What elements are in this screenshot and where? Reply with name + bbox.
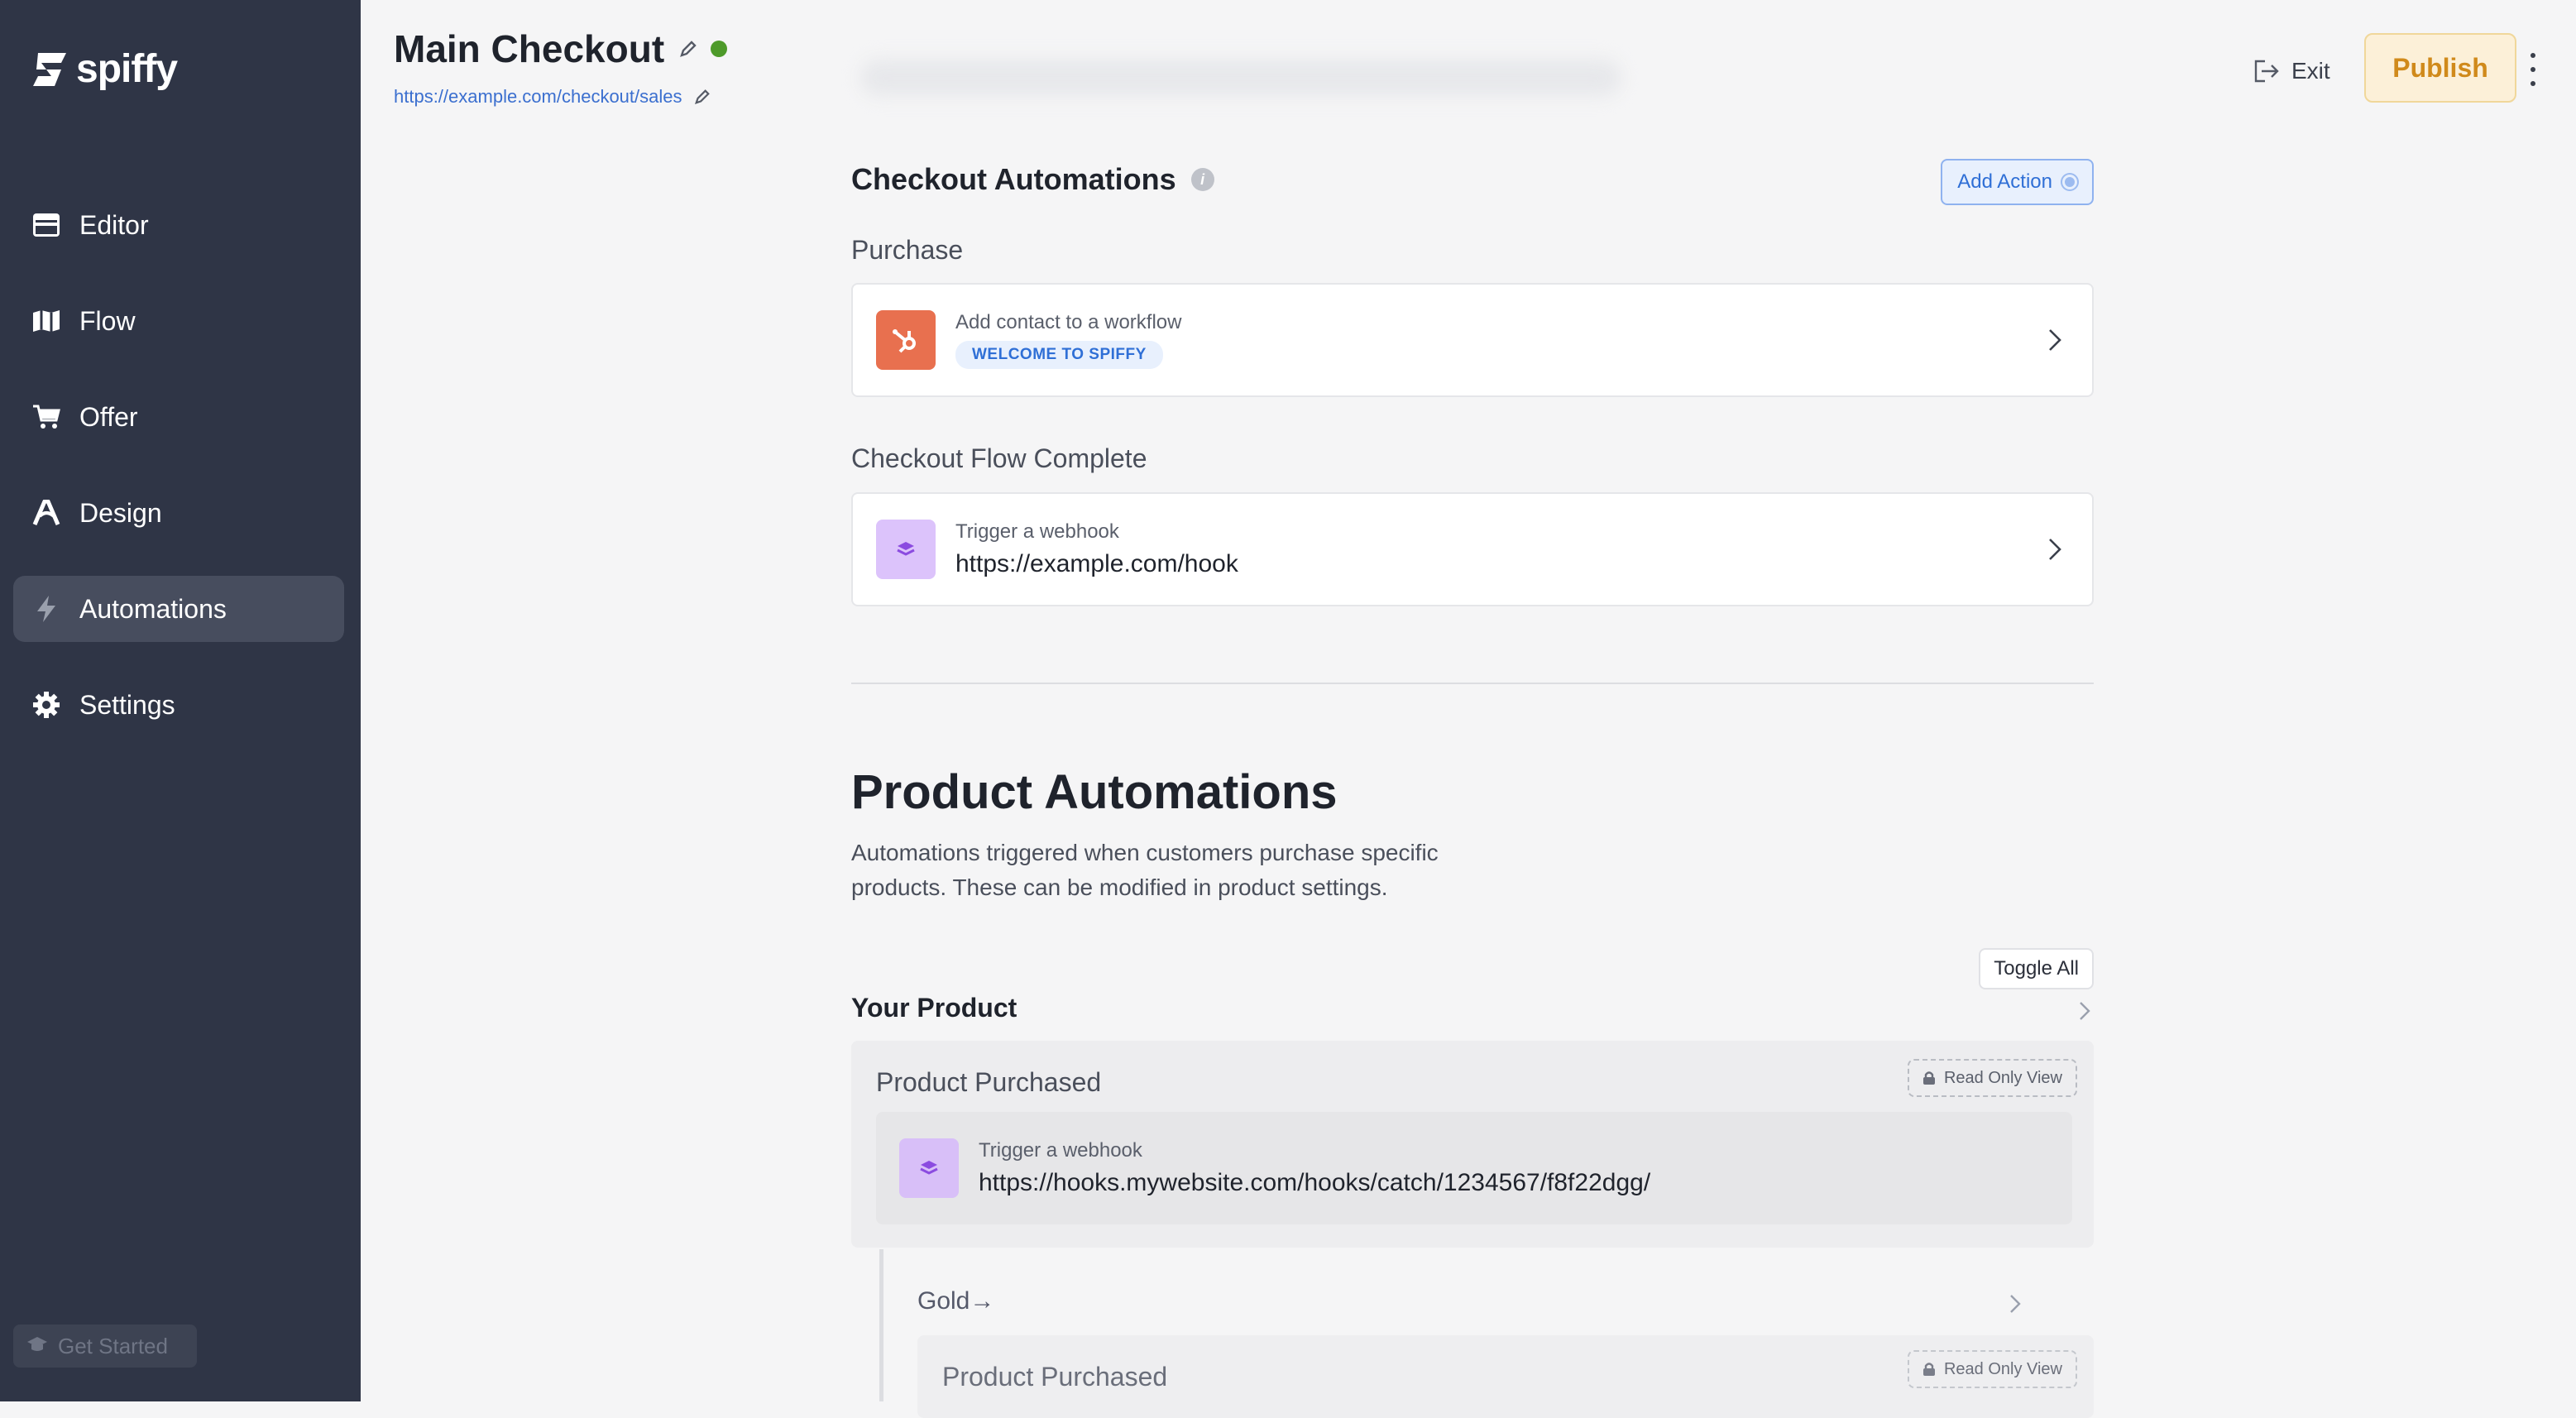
automation-action-label: Add contact to a workflow xyxy=(955,311,1182,333)
chevron-right-icon xyxy=(2049,539,2061,560)
logo-text: spiffy xyxy=(76,47,178,91)
product-webhook-card: Trigger a webhook https://hooks.mywebsit… xyxy=(876,1112,2072,1224)
variant-indent-line xyxy=(879,1249,883,1401)
product-automations-description: Automations triggered when customers pur… xyxy=(851,840,1439,900)
sidebar-item-offer[interactable]: Offer xyxy=(13,384,344,450)
webhook-url: https://hooks.mywebsite.com/hooks/catch/… xyxy=(979,1169,1651,1196)
cart-icon xyxy=(31,402,61,432)
purchase-group-title: Purchase xyxy=(851,235,964,265)
sidebar-item-label: Editor xyxy=(79,209,149,240)
chevron-right-icon xyxy=(2049,329,2061,351)
webhook-url: https://example.com/hook xyxy=(955,550,1238,577)
sidebar-nav: Editor Flow Offer Design Automations Set… xyxy=(13,192,344,768)
automation-action-label: Trigger a webhook xyxy=(955,520,1119,543)
checkout-automations-heading: Checkout Automations i xyxy=(851,162,1214,197)
lightning-icon xyxy=(31,594,61,624)
page-url: https://example.com/checkout/sales xyxy=(394,86,711,108)
sidebar-item-design[interactable]: Design xyxy=(13,480,344,546)
spiffy-logo[interactable]: spiffy xyxy=(30,46,178,92)
variant-purchased-box: Product Purchased Read Only View xyxy=(917,1335,2094,1418)
design-a-icon xyxy=(31,498,61,528)
variant-event-title: Product Purchased xyxy=(942,1362,1168,1392)
webhook-icon xyxy=(899,1138,959,1198)
flow-complete-automation-card[interactable]: Trigger a webhook https://example.com/ho… xyxy=(851,492,2094,606)
map-icon xyxy=(31,306,61,336)
chevron-right-icon[interactable] xyxy=(2079,1001,2090,1021)
exit-icon xyxy=(2254,60,2279,83)
toggle-all-button[interactable]: Toggle All xyxy=(1979,948,2094,989)
sidebar-item-label: Design xyxy=(79,497,162,528)
section-divider xyxy=(851,683,2094,684)
flow-complete-group-title: Checkout Flow Complete xyxy=(851,443,1147,473)
page-url-link[interactable]: https://example.com/checkout/sales xyxy=(394,86,682,108)
product-name: Your Product xyxy=(851,993,1017,1023)
chevron-right-icon[interactable] xyxy=(2009,1294,2021,1314)
toggle-all-label: Toggle All xyxy=(1994,957,2079,980)
exit-button[interactable]: Exit xyxy=(2253,53,2330,89)
edit-url-pencil-icon[interactable] xyxy=(694,89,711,105)
sidebar-item-label: Flow xyxy=(79,305,136,336)
sidebar-item-automations[interactable]: Automations xyxy=(13,576,344,642)
lock-icon xyxy=(1922,1363,1935,1376)
browser-window-icon xyxy=(31,210,61,240)
webhook-icon xyxy=(876,520,936,579)
publish-button[interactable]: Publish xyxy=(2364,33,2516,103)
status-indicator xyxy=(711,41,728,57)
lock-icon xyxy=(1922,1071,1935,1085)
publish-label: Publish xyxy=(2392,52,2488,83)
sidebar: spiffy Editor Flow Offer Design Automati… xyxy=(0,0,361,1401)
spiffy-logo-icon xyxy=(33,52,66,86)
blurred-banner xyxy=(860,60,1621,96)
hubspot-icon xyxy=(876,310,936,370)
product-purchased-box: Product Purchased Read Only View Trigger… xyxy=(851,1041,2094,1248)
sidebar-item-label: Automations xyxy=(79,593,227,624)
read-only-badge: Read Only View xyxy=(1907,1350,2077,1388)
read-only-label: Read Only View xyxy=(1943,1068,2062,1087)
add-action-button[interactable]: Add Action xyxy=(1941,159,2094,205)
page-title-text: Main Checkout xyxy=(394,27,665,70)
gear-icon xyxy=(31,690,61,720)
exit-label: Exit xyxy=(2291,58,2330,84)
read-only-label: Read Only View xyxy=(1943,1359,2062,1378)
page-title: Main Checkout xyxy=(394,26,728,71)
sidebar-item-flow[interactable]: Flow xyxy=(13,288,344,354)
checkout-automations-title: Checkout Automations xyxy=(851,162,1176,196)
sidebar-item-settings[interactable]: Settings xyxy=(13,672,344,738)
purchase-automation-card[interactable]: Add contact to a workflow WELCOME TO SPI… xyxy=(851,283,2094,397)
more-options-icon[interactable] xyxy=(2526,53,2540,86)
sidebar-item-label: Offer xyxy=(79,401,138,432)
workflow-badge: WELCOME TO SPIFFY xyxy=(955,341,1163,369)
read-only-badge: Read Only View xyxy=(1907,1059,2077,1097)
get-started-button[interactable]: Get Started xyxy=(13,1325,197,1368)
product-automations-title: Product Automations xyxy=(851,765,1338,819)
add-action-label: Add Action xyxy=(1957,170,2052,193)
info-icon[interactable]: i xyxy=(1190,168,1214,191)
product-event-title: Product Purchased xyxy=(876,1067,1102,1097)
automation-action-label: Trigger a webhook xyxy=(979,1139,1142,1162)
get-started-label: Get Started xyxy=(58,1333,168,1358)
plus-circle-icon xyxy=(2062,175,2077,189)
variant-name[interactable]: Gold→ xyxy=(917,1287,994,1315)
edit-title-pencil-icon[interactable] xyxy=(679,40,697,58)
sidebar-item-editor[interactable]: Editor xyxy=(13,192,344,258)
graduation-cap-icon xyxy=(26,1334,48,1359)
sidebar-item-label: Settings xyxy=(79,689,175,720)
